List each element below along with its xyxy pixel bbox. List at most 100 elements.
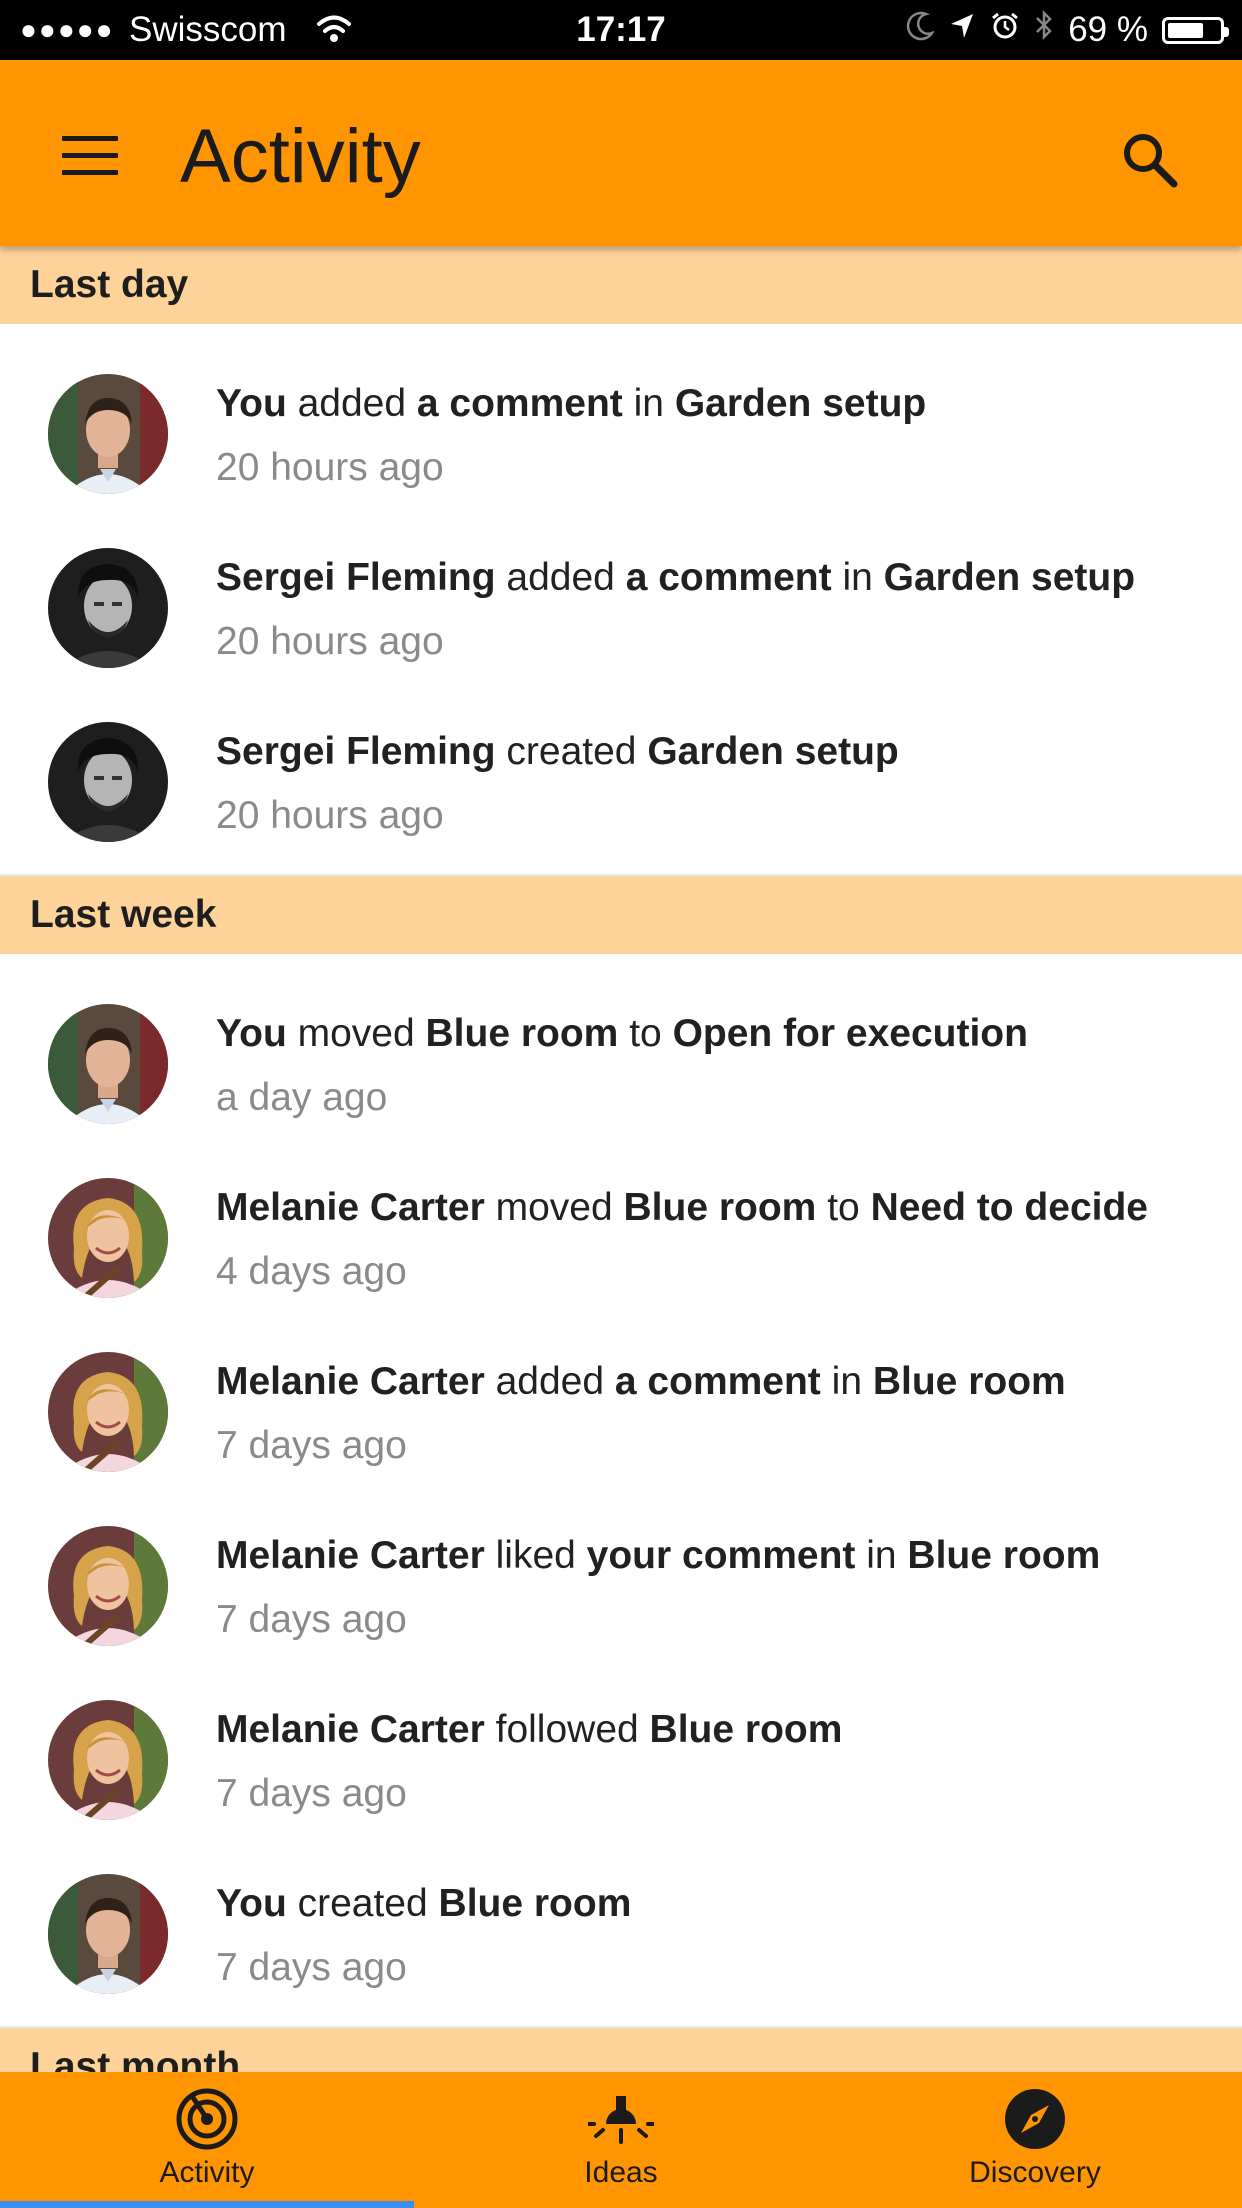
tab-discovery-label: Discovery [969, 2156, 1101, 2189]
avatar[interactable] [48, 1700, 168, 1820]
page-title: Activity [180, 114, 421, 199]
avatar[interactable] [48, 1874, 168, 1994]
section-divider [0, 1998, 1242, 2028]
location-arrow-icon [948, 0, 976, 60]
activity-entity[interactable]: Melanie Carter [216, 1186, 485, 1229]
activity-text: Melanie Carter added a comment in Blue r… [216, 1352, 1202, 1412]
tab-discovery[interactable]: Discovery [828, 2072, 1242, 2208]
avatar[interactable] [48, 1352, 168, 1472]
activity-text: You moved Blue room to Open for executio… [216, 1004, 1202, 1064]
activity-verb: created [286, 1882, 439, 1925]
compass-icon [1005, 2089, 1065, 2149]
activity-item[interactable]: Melanie Carter added a comment in Blue r… [0, 1302, 1242, 1476]
activity-entity[interactable]: Need to decide [871, 1186, 1148, 1229]
section-divider [0, 846, 1242, 876]
bluetooth-icon [1034, 0, 1054, 60]
activity-entity[interactable]: You [216, 1012, 287, 1055]
battery-icon [1162, 16, 1229, 44]
tab-activity[interactable]: Activity [0, 2072, 414, 2208]
avatar[interactable] [48, 1526, 168, 1646]
activity-text: Sergei Fleming added a comment in Garden… [216, 548, 1202, 608]
activity-item[interactable]: Sergei Fleming created Garden setup 20 ho… [0, 672, 1242, 846]
active-tab-indicator [0, 2201, 414, 2208]
alarm-icon [990, 0, 1020, 60]
activity-verb: added [495, 556, 626, 599]
activity-entity[interactable]: Melanie Carter [216, 1708, 485, 1751]
activity-entity[interactable]: Melanie Carter [216, 1534, 485, 1577]
menu-button[interactable] [62, 136, 118, 176]
activity-timestamp: 7 days ago [216, 1598, 407, 1641]
activity-verb: in [820, 1360, 873, 1403]
activity-verb: in [622, 382, 675, 425]
activity-text: Melanie Carter followed Blue room [216, 1700, 1202, 1760]
activity-entity[interactable]: Sergei Fleming [216, 556, 496, 599]
activity-item[interactable]: Melanie Carter followed Blue room 7 days … [0, 1650, 1242, 1824]
avatar[interactable] [48, 374, 168, 494]
activity-timestamp: 7 days ago [216, 1772, 407, 1815]
activity-timestamp: a day ago [216, 1076, 388, 1119]
activity-icon [176, 2088, 238, 2150]
tab-ideas[interactable]: Ideas [414, 2072, 828, 2208]
activity-entity[interactable]: Blue room [907, 1534, 1100, 1577]
activity-entity[interactable]: a comment [615, 1360, 821, 1403]
activity-text: You created Blue room [216, 1874, 1202, 1934]
activity-feed[interactable]: Last day You added a comment in Garden se… [0, 246, 1242, 2072]
app-bar: Activity [0, 60, 1242, 246]
avatar[interactable] [48, 1178, 168, 1298]
activity-entity[interactable]: Open for execution [673, 1012, 1028, 1055]
activity-entity[interactable]: Melanie Carter [216, 1360, 485, 1403]
activity-verb: followed [484, 1708, 650, 1751]
activity-entity[interactable]: a comment [626, 556, 832, 599]
search-icon [1124, 134, 1178, 188]
moon-icon [906, 0, 936, 60]
section-header: Last day [0, 246, 1242, 324]
activity-item[interactable]: You moved Blue room to Open for executio… [0, 954, 1242, 1128]
avatar[interactable] [48, 1004, 168, 1124]
activity-entity[interactable]: Blue room [439, 1882, 632, 1925]
avatar[interactable] [48, 722, 168, 842]
activity-verb: liked [484, 1534, 587, 1577]
activity-entity[interactable]: Garden setup [884, 556, 1135, 599]
battery-level-fill [1168, 22, 1203, 38]
activity-verb: to [618, 1012, 673, 1055]
tab-ideas-label: Ideas [584, 2156, 658, 2189]
activity-entity[interactable]: Sergei Fleming [216, 730, 496, 773]
activity-verb: to [816, 1186, 871, 1229]
section-header: Last month [0, 2028, 1242, 2072]
status-right-group: 69 % [906, 0, 1229, 60]
avatar[interactable] [48, 548, 168, 668]
search-button[interactable] [1118, 128, 1182, 192]
bottom-navigation: Activity Ideas Discovery [0, 2072, 1242, 2208]
section-header: Last week [0, 876, 1242, 954]
activity-entity[interactable]: your comment [587, 1534, 856, 1577]
activity-verb: created [495, 730, 648, 773]
activity-timestamp: 20 hours ago [216, 446, 444, 489]
activity-entity[interactable]: Garden setup [675, 382, 926, 425]
activity-item[interactable]: Sergei Fleming added a comment in Garden… [0, 498, 1242, 672]
activity-item[interactable]: You created Blue room 7 days ago [0, 1824, 1242, 1998]
activity-entity[interactable]: Blue room [650, 1708, 843, 1751]
tab-activity-label: Activity [159, 2156, 255, 2189]
activity-timestamp: 20 hours ago [216, 620, 444, 663]
activity-text: Melanie Carter liked your comment in Blu… [216, 1526, 1202, 1586]
activity-entity[interactable]: Blue room [873, 1360, 1066, 1403]
activity-verb: moved [484, 1186, 624, 1229]
activity-verb: in [855, 1534, 908, 1577]
activity-verb: added [484, 1360, 615, 1403]
activity-timestamp: 20 hours ago [216, 794, 444, 837]
activity-entity[interactable]: Blue room [426, 1012, 619, 1055]
activity-item[interactable]: Melanie Carter liked your comment in Blu… [0, 1476, 1242, 1650]
battery-percent: 69 % [1068, 10, 1148, 49]
activity-entity[interactable]: a comment [417, 382, 623, 425]
activity-entity[interactable]: You [216, 382, 287, 425]
activity-entity[interactable]: You [216, 1882, 287, 1925]
activity-verb: added [286, 382, 417, 425]
activity-item[interactable]: Melanie Carter moved Blue room to Need t… [0, 1128, 1242, 1302]
activity-text: Melanie Carter moved Blue room to Need t… [216, 1178, 1202, 1238]
activity-verb: moved [286, 1012, 426, 1055]
activity-verb: in [831, 556, 884, 599]
activity-entity[interactable]: Garden setup [647, 730, 898, 773]
lightbulb-icon [588, 2096, 654, 2144]
activity-item[interactable]: You added a comment in Garden setup 20 ho… [0, 324, 1242, 498]
activity-entity[interactable]: Blue room [624, 1186, 817, 1229]
